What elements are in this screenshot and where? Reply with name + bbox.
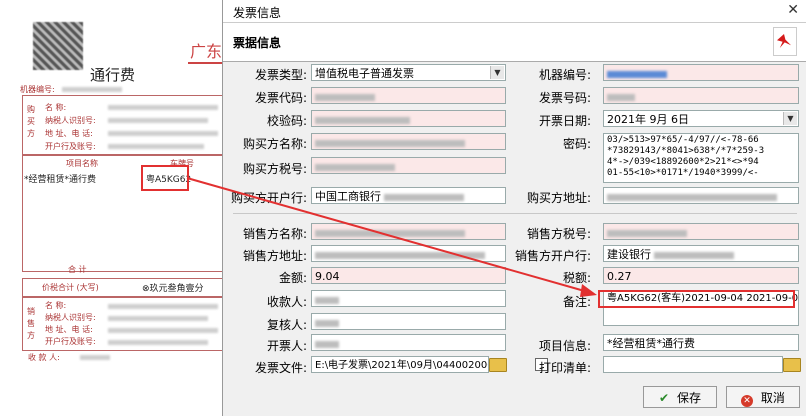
invoice-buyer-row-2: 纳税人识别号: — [45, 116, 96, 125]
seller-bank-field[interactable]: 建设银行 — [603, 245, 799, 262]
drawer-label: 开票人: — [266, 339, 307, 353]
invoice-preview: 通行费 广东 机器编号: 购买方 名 称: 纳税人识别号: 地 址、电 话: 开… — [0, 0, 227, 416]
invoice-date-value: 2021年 9月 6日 — [607, 113, 689, 126]
amount-label: 金额: — [278, 271, 307, 285]
invoice-buyer-row-3: 地 址、电 话: — [45, 129, 93, 138]
invoice-type-label: 发票类型: — [254, 68, 307, 82]
buyer-bank-label: 购买方开户行: — [230, 191, 307, 205]
invoice-buyer-row-1: 名 称: — [45, 103, 67, 112]
print-list-label: 打印清单: — [538, 361, 591, 375]
section-header: 票据信息 — [223, 23, 806, 62]
password-line-1: 03/>513>97*65/-4/97//<-78-66 — [607, 135, 759, 145]
invoice-info-dialog: 发票信息 ✕ 票据信息 发票类型: 增值税电子普通发票 ▼ 发票代码: 校验码:… — [222, 0, 806, 416]
item-info-field[interactable]: *经营租赁*通行费 — [603, 334, 799, 351]
tax-field[interactable]: 0.27 — [603, 267, 799, 284]
section-title: 票据信息 — [233, 36, 282, 50]
seller-name-field[interactable] — [311, 223, 506, 240]
title-bar: 发票信息 ✕ — [223, 0, 806, 23]
seller-bank-label: 销售方开户行: — [514, 249, 591, 263]
window-title: 发票信息 — [233, 6, 282, 20]
invoice-title: 通行费 — [90, 66, 136, 84]
payee-field[interactable] — [311, 290, 506, 307]
item-info-value: *经营租赁*通行费 — [607, 337, 695, 350]
seller-tax-field[interactable] — [603, 223, 799, 240]
invoice-buyer-row-4: 开户行及账号: — [45, 142, 96, 151]
file-path-value: E:\电子发票\2021年\09月\04400200011 — [315, 360, 489, 371]
invoice-seller-row-2: 纳税人识别号: — [45, 313, 96, 322]
invoice-seller-row-3: 地 址、电 话: — [45, 325, 93, 334]
amount-value: 9.04 — [315, 270, 340, 283]
invoice-taxtotal-label: 价税合计 (大写) — [42, 283, 99, 292]
invoice-title-underline — [188, 62, 225, 64]
invoice-machine-label: 机器编号: — [20, 85, 55, 94]
reviewer-field[interactable] — [311, 313, 506, 330]
buyer-bank-value: 中国工商银行 — [315, 190, 381, 203]
buyer-bank-field[interactable]: 中国工商银行 — [311, 187, 506, 204]
drawer-field[interactable] — [311, 334, 506, 351]
save-label: 保存 — [676, 391, 701, 405]
check-icon: ✔ — [659, 391, 670, 405]
qr-code — [33, 22, 83, 70]
payee-label: 收款人: — [266, 295, 307, 309]
invoice-code-label: 发票代码: — [254, 91, 307, 105]
seller-tax-label: 销售方税号: — [526, 227, 591, 241]
password-label: 密码: — [562, 137, 591, 151]
tax-label: 税额: — [562, 271, 591, 285]
save-button[interactable]: ✔ 保存 — [643, 386, 717, 408]
item-info-label: 项目信息: — [538, 339, 591, 353]
check-code-field[interactable] — [311, 110, 506, 127]
close-icon[interactable]: ✕ — [787, 2, 799, 18]
remark-highlight-box — [598, 290, 795, 308]
file-label: 发票文件: — [254, 361, 307, 375]
invoice-seller-row-1: 名 称: — [45, 301, 67, 310]
invoice-taxtotal-value: ⊗玖元叁角壹分 — [142, 284, 204, 294]
machine-number-label: 机器编号: — [538, 68, 591, 82]
invoice-buyer-side: 购买方 — [27, 105, 35, 138]
remark-label: 备注: — [562, 295, 591, 309]
invoice-type-select[interactable]: 增值税电子普通发票 ▼ — [311, 64, 506, 81]
invoice-seller-side: 销售方 — [27, 307, 35, 340]
buyer-addr-label: 购买方地址: — [526, 191, 591, 205]
cancel-button[interactable]: ✕ 取消 — [726, 386, 800, 408]
password-line-2: *73829143/*8041>638*/*7*259-3 — [607, 146, 765, 156]
seller-addr-label: 销售方地址: — [242, 249, 307, 263]
invoice-item-header: 项目名称 — [66, 159, 98, 168]
buyer-tax-label: 购买方税号: — [242, 162, 307, 176]
invoice-number-label: 发票号码: — [538, 91, 591, 105]
tax-value: 0.27 — [607, 270, 632, 283]
password-line-4: 01-55<10>*0171*/1940*3999/<- — [607, 168, 759, 178]
invoice-item: *经营租赁*通行费 — [24, 175, 97, 185]
invoice-type-value: 增值税电子普通发票 — [315, 67, 414, 80]
seller-name-label: 销售方名称: — [242, 227, 307, 241]
buyer-tax-field[interactable] — [311, 157, 506, 174]
password-line-3: 4*->/039<18892600*2>21*<>*94 — [607, 157, 759, 167]
invoice-date-picker[interactable]: 2021年 9月 6日 ▼ — [603, 110, 799, 127]
password-textarea[interactable]: 03/>513>97*65/-4/97//<-78-66 *73829143/*8… — [603, 133, 799, 183]
cancel-icon: ✕ — [741, 395, 754, 407]
amount-field[interactable]: 9.04 — [311, 267, 506, 284]
divider — [233, 213, 797, 214]
invoice-date-label: 开票日期: — [538, 114, 591, 128]
buyer-addr-field[interactable] — [603, 187, 799, 204]
seller-bank-value: 建设银行 — [607, 248, 651, 261]
invoice-payee-label: 收 款 人: — [28, 353, 60, 362]
invoice-total-label: 合 计 — [68, 265, 87, 274]
print-list-field[interactable] — [603, 356, 783, 373]
invoice-number-field[interactable] — [603, 87, 799, 104]
invoice-city: 广东 — [190, 42, 223, 61]
reviewer-label: 复核人: — [266, 318, 307, 332]
buyer-name-label: 购买方名称: — [242, 137, 307, 151]
invoice-code-field[interactable] — [311, 87, 506, 104]
cancel-label: 取消 — [760, 391, 785, 405]
file-path-field[interactable]: E:\电子发票\2021年\09月\04400200011 — [311, 356, 489, 373]
pdf-icon[interactable] — [773, 27, 797, 56]
buyer-name-field[interactable] — [311, 133, 506, 150]
machine-number-field[interactable] — [603, 64, 799, 81]
check-code-label: 校验码: — [266, 114, 307, 128]
print-folder-icon[interactable] — [783, 358, 801, 372]
calendar-dropdown-icon[interactable]: ▼ — [783, 112, 797, 125]
plate-highlight-box — [141, 165, 189, 191]
invoice-seller-row-4: 开户行及账号: — [45, 337, 96, 346]
seller-addr-field[interactable] — [311, 245, 506, 262]
